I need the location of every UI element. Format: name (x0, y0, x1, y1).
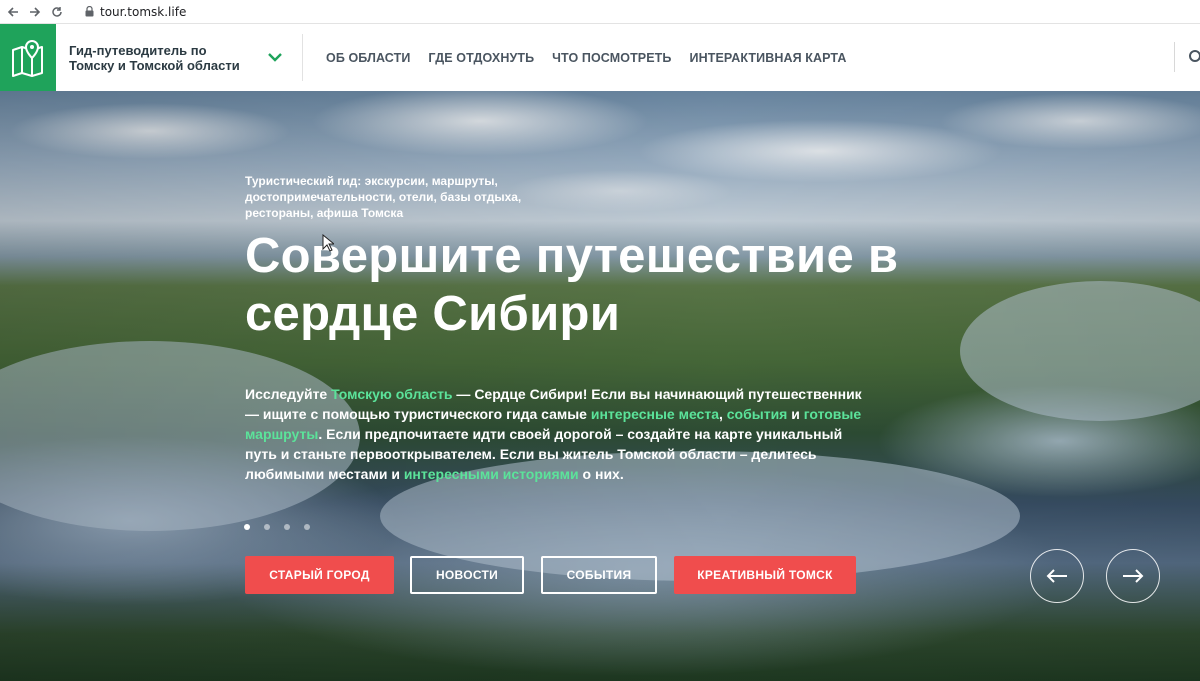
url-text: tour.tomsk.life (100, 4, 187, 19)
mouse-cursor-icon (322, 234, 334, 252)
header-right-divider (1174, 42, 1175, 72)
news-button[interactable]: НОВОСТИ (410, 556, 524, 594)
hero-lead: Исследуйте Томскую область — Сердце Сиби… (245, 384, 865, 484)
events-button[interactable]: СОБЫТИЯ (541, 556, 657, 594)
link-interesting-stories[interactable]: интересными историями (404, 466, 579, 482)
header-divider (302, 34, 303, 81)
lead-text: , (718, 406, 727, 422)
slider-next-button[interactable] (1106, 549, 1160, 603)
nav-item-where-to-rest[interactable]: ГДЕ ОТДОХНУТЬ (428, 51, 534, 65)
link-events[interactable]: события (727, 406, 788, 422)
back-arrow-icon[interactable] (2, 1, 24, 23)
hero-kicker-line: достопримечательности, отели, базы отдых… (245, 190, 522, 204)
address-bar[interactable]: tour.tomsk.life (82, 2, 186, 22)
hero-headline-line: Совершите путешествие в (245, 229, 899, 283)
old-town-button[interactable]: СТАРЫЙ ГОРОД (245, 556, 394, 594)
link-interesting-places[interactable]: интересные места (591, 406, 719, 422)
hero-banner: Туристический гид: экскурсии, маршруты, … (0, 91, 1200, 681)
lock-icon (82, 5, 96, 19)
site-title-line: Гид-путеводитель по (69, 42, 207, 58)
site-title[interactable]: Гид-путеводитель по Томску и Томской обл… (69, 43, 259, 73)
creative-tomsk-button[interactable]: КРЕАТИВНЫЙ ТОМСК (674, 556, 856, 594)
hero-kicker-line: Туристический гид: экскурсии, маршруты, (245, 174, 498, 188)
site-logo[interactable] (0, 24, 56, 91)
nav-item-what-to-see[interactable]: ЧТО ПОСМОТРЕТЬ (552, 51, 671, 65)
slider-dot[interactable] (284, 524, 290, 530)
hero-headline: Совершите путешествие в сердце Сибири (245, 227, 1005, 343)
map-pin-icon (12, 39, 43, 77)
lead-text: и (787, 406, 804, 422)
chevron-down-icon[interactable] (265, 48, 285, 68)
forward-arrow-icon[interactable] (24, 1, 46, 23)
slider-dot[interactable] (304, 524, 310, 530)
browser-toolbar: tour.tomsk.life (0, 0, 1200, 24)
slider-dot[interactable] (244, 524, 250, 530)
site-header: Гид-путеводитель по Томску и Томской обл… (0, 24, 1200, 91)
slider-prev-button[interactable] (1030, 549, 1084, 603)
reload-icon[interactable] (46, 1, 68, 23)
slider-pagination (244, 524, 324, 530)
hero-headline-line: сердце Сибири (245, 287, 621, 341)
hero-kicker: Туристический гид: экскурсии, маршруты, … (245, 173, 545, 221)
link-tomsk-region[interactable]: Томскую область (331, 386, 452, 402)
lead-text: о них. (578, 466, 624, 482)
nav-item-about-region[interactable]: ОБ ОБЛАСТИ (326, 51, 410, 65)
arrow-right-icon (1123, 569, 1144, 583)
slider-dot[interactable] (264, 524, 270, 530)
hero-kicker-line: рестораны, афиша Томска (245, 206, 404, 220)
lead-text: Исследуйте (245, 386, 332, 402)
main-nav: ОБ ОБЛАСТИ ГДЕ ОТДОХНУТЬ ЧТО ПОСМОТРЕТЬ … (326, 24, 864, 91)
search-icon[interactable] (1186, 48, 1200, 68)
nav-item-interactive-map[interactable]: ИНТЕРАКТИВНАЯ КАРТА (690, 51, 847, 65)
arrow-left-icon (1046, 569, 1067, 583)
site-title-line: Томску и Томской области (69, 57, 240, 73)
